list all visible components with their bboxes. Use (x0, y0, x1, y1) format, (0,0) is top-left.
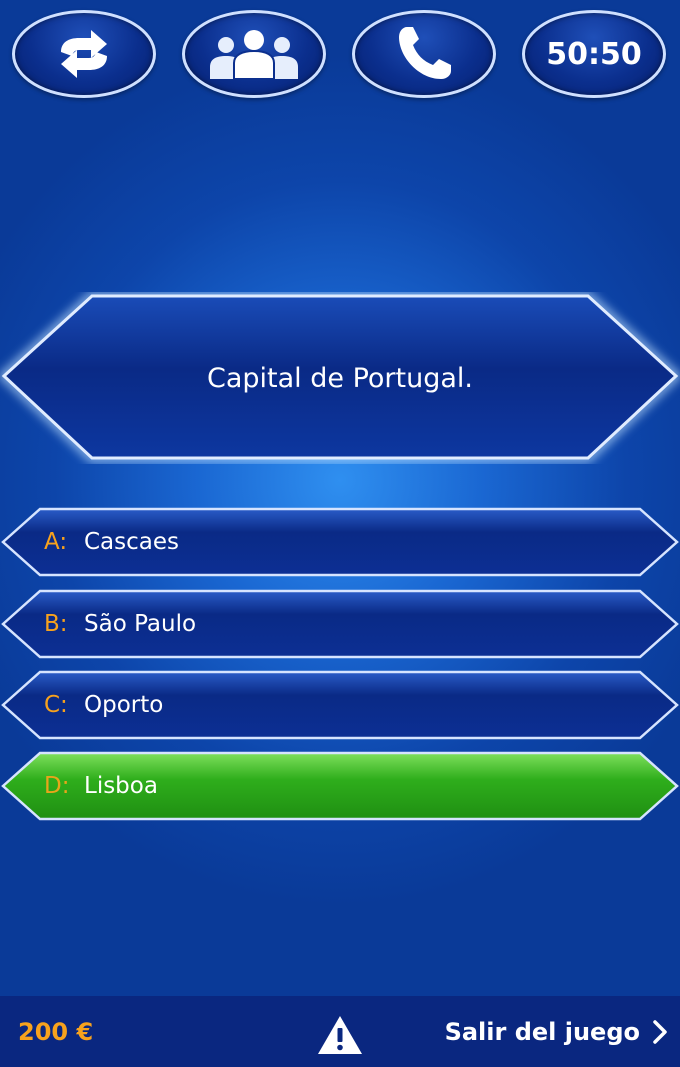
audience-people-icon (210, 30, 298, 79)
answer-a-content: A: Cascaes (44, 506, 179, 578)
footer-bar: 200 € Salir del juego (0, 996, 680, 1067)
answer-d-content: D: Lisboa (44, 750, 158, 822)
swap-arrows-icon (61, 30, 107, 78)
report-button[interactable] (316, 1014, 364, 1061)
fifty-fifty-label: 50:50 (546, 36, 642, 72)
fifty-fifty-button[interactable]: 50:50 (522, 10, 666, 98)
chevron-right-icon (652, 1019, 668, 1045)
exit-game-label: Salir del juego (444, 1017, 640, 1046)
question-box: Capital de Portugal. (0, 292, 680, 464)
question-text: Capital de Portugal. (207, 362, 473, 394)
answer-c-content: C: Oporto (44, 669, 163, 741)
warning-triangle-icon (318, 1016, 362, 1054)
ask-audience-button[interactable] (182, 10, 326, 98)
exit-game-button[interactable]: Salir del juego (445, 996, 668, 1067)
answer-d[interactable]: D: Lisboa (0, 750, 680, 822)
answer-a[interactable]: A: Cascaes (0, 506, 680, 578)
answer-d-letter: D: (44, 773, 70, 799)
phone-friend-button[interactable] (352, 10, 496, 98)
answer-b-letter: B: (44, 611, 68, 637)
answer-b-text: São Paulo (84, 611, 197, 637)
answer-d-text: Lisboa (84, 773, 158, 799)
answer-b-content: B: São Paulo (44, 588, 196, 660)
phone-icon (399, 27, 451, 79)
answer-c-letter: C: (44, 692, 68, 718)
switch-question-button[interactable] (12, 10, 156, 98)
answer-c[interactable]: C: Oporto (0, 669, 680, 741)
answer-a-letter: A: (44, 529, 68, 555)
lifeline-bar: 50:50 (0, 10, 680, 102)
answer-b[interactable]: B: São Paulo (0, 588, 680, 660)
answer-c-text: Oporto (84, 692, 164, 718)
answer-a-text: Cascaes (84, 529, 180, 555)
prize-amount: 200 € (18, 1017, 94, 1046)
